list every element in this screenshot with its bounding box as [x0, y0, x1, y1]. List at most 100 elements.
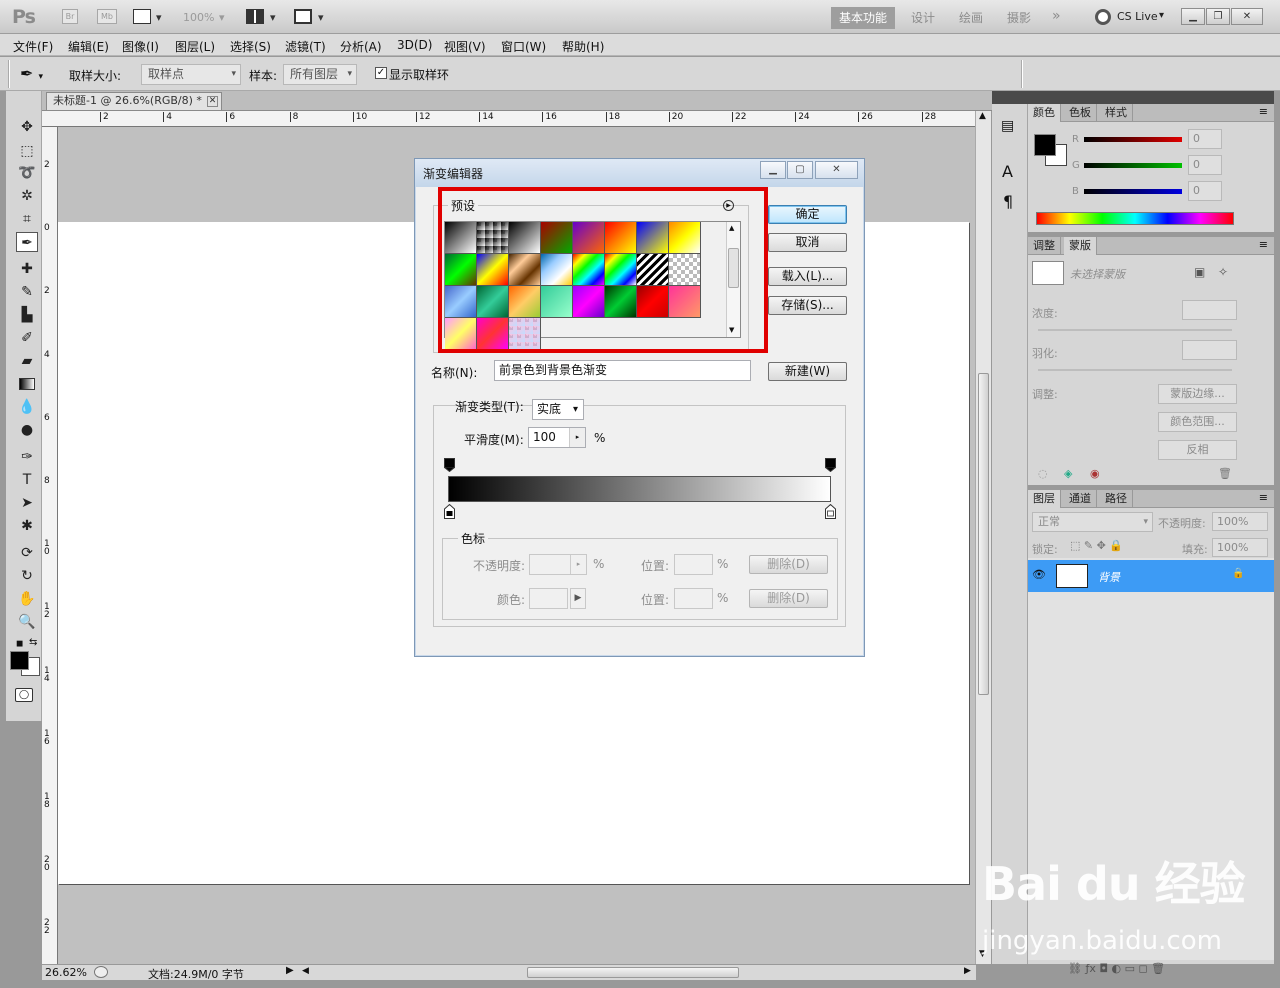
brush-tool-icon[interactable]: ✎: [16, 282, 38, 302]
paragraph-panel-icon[interactable]: ¶: [1003, 192, 1013, 211]
feather-field[interactable]: [1182, 340, 1237, 360]
lasso-tool-icon[interactable]: ➰: [16, 163, 38, 183]
smoothness-field[interactable]: 100 ▸: [528, 427, 586, 448]
panel-menu-icon[interactable]: ≡: [1259, 105, 1268, 118]
bridge-button[interactable]: Br: [62, 9, 78, 24]
menu-layer[interactable]: 图层(L): [175, 38, 215, 55]
fill-field[interactable]: 100%: [1212, 538, 1268, 557]
chevron-right-icon[interactable]: ▸: [569, 428, 585, 447]
menu-select[interactable]: 选择(S): [230, 38, 271, 55]
green-value-field[interactable]: 0: [1188, 155, 1222, 175]
green-slider[interactable]: [1084, 163, 1182, 168]
foreground-color-chip[interactable]: [1034, 134, 1056, 156]
workspace-photography[interactable]: 摄影: [999, 7, 1039, 29]
document-tab[interactable]: 未标题-1 @ 26.6%(RGB/8) * ✕: [46, 92, 222, 110]
quick-mask-icon[interactable]: ◯: [15, 688, 33, 702]
close-icon[interactable]: ✕: [207, 96, 218, 107]
panel-menu-icon[interactable]: ≡: [1259, 491, 1268, 504]
mask-edge-button[interactable]: 蒙版边缘...: [1158, 384, 1237, 404]
blend-mode-dropdown[interactable]: 正常 ▾: [1032, 512, 1153, 532]
opacity-stop-left[interactable]: [444, 458, 455, 475]
chevron-right-icon[interactable]: ▸: [570, 555, 586, 574]
ok-button[interactable]: 确定: [768, 205, 847, 224]
tab-swatches[interactable]: 色板: [1064, 104, 1097, 122]
scroll-right-icon[interactable]: ▶: [964, 966, 971, 976]
marquee-tool-icon[interactable]: ⬚: [16, 141, 38, 161]
sample-dropdown[interactable]: 所有图层 ▾: [283, 64, 357, 85]
save-button[interactable]: 存储(S)...: [768, 296, 847, 315]
screen-mode-icon[interactable]: [294, 9, 312, 24]
eyedropper-tool-icon[interactable]: ✒: [16, 232, 38, 252]
stop-color-swatch[interactable]: [529, 588, 568, 609]
mini-bridge-button[interactable]: Mb: [97, 9, 117, 24]
load-button[interactable]: 载入(L)...: [768, 267, 847, 286]
clone-stamp-tool-icon[interactable]: ▙: [16, 305, 38, 325]
view-extras-icon[interactable]: [133, 9, 151, 24]
opacity-stop-right[interactable]: [825, 458, 836, 475]
eyedropper-tool-preset-icon[interactable]: ✒ ▾: [20, 62, 60, 86]
red-value-field[interactable]: 0: [1188, 129, 1222, 149]
opacity-field[interactable]: 100%: [1212, 512, 1268, 531]
blue-value-field[interactable]: 0: [1188, 181, 1222, 201]
3d-orbit-tool-icon[interactable]: ↻: [16, 566, 38, 586]
new-button[interactable]: 新建(W): [768, 362, 847, 381]
workspace-essentials[interactable]: 基本功能: [831, 7, 896, 29]
color-stop-left[interactable]: [444, 503, 455, 522]
crop-tool-icon[interactable]: ⌗: [16, 209, 38, 229]
stop-opacity-field[interactable]: ▸: [529, 554, 587, 575]
type-tool-icon[interactable]: T: [16, 470, 38, 490]
invert-button[interactable]: 反相: [1158, 440, 1237, 460]
scroll-left-icon[interactable]: ◀: [302, 966, 309, 976]
gradient-preview-bar[interactable]: [448, 476, 831, 502]
zoom-level-dropdown[interactable]: 100%: [183, 11, 214, 24]
blue-slider[interactable]: [1084, 189, 1182, 194]
name-field[interactable]: 前景色到背景色渐变: [494, 360, 751, 381]
density-field[interactable]: [1182, 300, 1237, 320]
trash-icon[interactable]: 🗑: [1218, 467, 1232, 480]
delete-color-stop-button[interactable]: 删除(D): [749, 589, 828, 608]
scroll-up-icon[interactable]: ▲: [979, 111, 986, 121]
arrange-documents-icon[interactable]: [246, 9, 264, 24]
eraser-tool-icon[interactable]: ▰: [16, 351, 38, 371]
color-range-button[interactable]: 颜色范围...: [1158, 412, 1237, 432]
more-workspaces-button[interactable]: »: [1044, 5, 1069, 27]
sample-size-dropdown[interactable]: 取样点 ▾: [141, 64, 241, 85]
menu-file[interactable]: 文件(F): [13, 38, 53, 55]
tab-styles[interactable]: 样式: [1100, 104, 1133, 122]
layer-footer-icons[interactable]: ⛓ ƒx ◘ ◐ ▭ ◻ 🗑: [1068, 962, 1165, 975]
feather-slider[interactable]: [1038, 369, 1232, 371]
shape-tool-icon[interactable]: ✱: [16, 516, 38, 536]
disable-mask-icon[interactable]: ◉: [1090, 467, 1100, 480]
menu-filter[interactable]: 滤镜(T): [285, 38, 326, 55]
dialog-close-button[interactable]: ✕: [815, 161, 858, 179]
zoom-readout[interactable]: 26.62%: [45, 966, 87, 979]
tab-masks[interactable]: 蒙版: [1064, 237, 1097, 255]
3d-rotate-tool-icon[interactable]: ⟳: [16, 543, 38, 563]
swap-colors-icon[interactable]: ⇆: [29, 637, 37, 648]
horizontal-scrollbar-thumb[interactable]: [527, 967, 739, 978]
history-brush-tool-icon[interactable]: ✐: [16, 328, 38, 348]
chevron-down-icon[interactable]: ▾: [156, 11, 162, 24]
color-stop-right[interactable]: [825, 503, 836, 522]
path-selection-tool-icon[interactable]: ➤: [16, 493, 38, 513]
workspace-design[interactable]: 设计: [903, 7, 943, 29]
menu-image[interactable]: 图像(I): [122, 38, 159, 55]
menu-view[interactable]: 视图(V): [444, 38, 486, 55]
menu-3d[interactable]: 3D(D): [397, 38, 432, 52]
move-tool-icon[interactable]: ✥: [16, 117, 38, 137]
color-spectrum-ramp[interactable]: [1036, 212, 1234, 225]
menu-edit[interactable]: 编辑(E): [68, 38, 109, 55]
apply-mask-icon[interactable]: ◈: [1064, 467, 1072, 480]
delete-opacity-stop-button[interactable]: 删除(D): [749, 555, 828, 574]
menu-window[interactable]: 窗口(W): [501, 38, 546, 55]
density-slider[interactable]: [1038, 329, 1232, 331]
vector-mask-icon[interactable]: ✧: [1218, 265, 1228, 279]
pixel-mask-icon[interactable]: ▣: [1194, 265, 1205, 279]
tab-color[interactable]: 颜色: [1028, 104, 1061, 122]
stop-opacity-location-field[interactable]: [674, 554, 713, 575]
tab-paths[interactable]: 路径: [1100, 490, 1133, 508]
close-button[interactable]: ✕: [1231, 8, 1263, 25]
gradient-tool-icon[interactable]: [16, 374, 38, 394]
stop-color-location-field[interactable]: [674, 588, 713, 609]
layer-row[interactable]: 👁 背景 🔒: [1028, 560, 1274, 592]
